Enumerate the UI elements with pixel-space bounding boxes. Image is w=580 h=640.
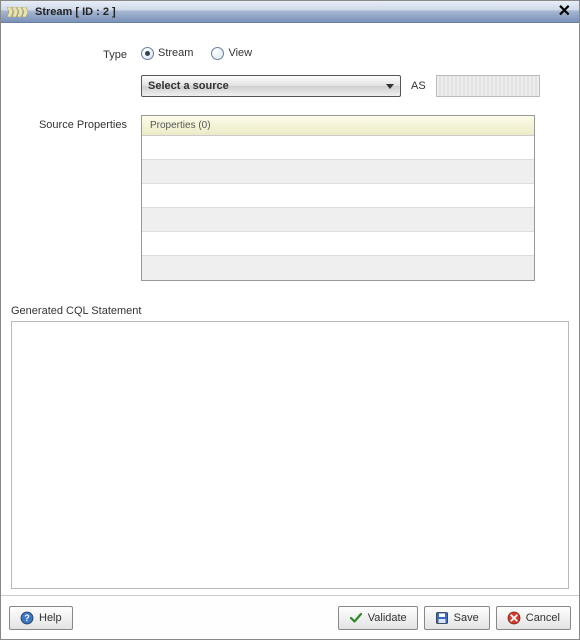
label-empty [11, 75, 141, 79]
source-dropdown[interactable]: Select a source [141, 75, 401, 97]
validate-button-label: Validate [368, 612, 407, 624]
label-as: AS [411, 80, 426, 92]
stream-icon [7, 5, 29, 19]
radio-icon [211, 47, 224, 60]
save-icon [435, 611, 449, 625]
dropdown-text: Select a source [148, 80, 229, 92]
help-button-label: Help [39, 612, 62, 624]
check-icon [349, 611, 363, 625]
cancel-icon [507, 611, 521, 625]
row-type: Type Stream View [11, 45, 569, 61]
help-button[interactable]: ? Help [9, 606, 73, 630]
properties-panel: Properties (0) [141, 115, 535, 281]
help-icon: ? [20, 611, 34, 625]
cancel-button-label: Cancel [526, 612, 560, 624]
property-row[interactable] [142, 184, 534, 208]
property-row[interactable] [142, 208, 534, 232]
title-bar: Stream [ ID : 2 ] ✕ [1, 1, 579, 23]
label-source-properties: Source Properties [11, 115, 141, 131]
cql-textarea[interactable] [11, 321, 569, 589]
window-title: Stream [ ID : 2 ] [35, 6, 116, 18]
footer-bar: ? Help Validate Save Cancel [1, 595, 579, 639]
radio-stream[interactable]: Stream [141, 47, 193, 60]
radio-icon [141, 47, 154, 60]
save-button-label: Save [454, 612, 479, 624]
validate-button[interactable]: Validate [338, 606, 418, 630]
property-row[interactable] [142, 256, 534, 280]
property-row[interactable] [142, 232, 534, 256]
chevron-down-icon [386, 84, 394, 89]
label-cql: Generated CQL Statement [11, 305, 569, 317]
property-row[interactable] [142, 136, 534, 160]
type-radio-group: Stream View [141, 47, 252, 60]
svg-text:?: ? [24, 613, 30, 623]
radio-view-label: View [228, 47, 252, 59]
radio-stream-label: Stream [158, 47, 193, 59]
radio-view[interactable]: View [211, 47, 252, 60]
label-type: Type [11, 45, 141, 61]
save-button[interactable]: Save [424, 606, 490, 630]
properties-body [142, 136, 534, 280]
cancel-button[interactable]: Cancel [496, 606, 571, 630]
close-icon[interactable]: ✕ [556, 5, 573, 19]
property-row[interactable] [142, 160, 534, 184]
alias-input[interactable] [436, 75, 540, 97]
row-source: Select a source AS [11, 75, 569, 97]
dialog-body: Type Stream View Select a sour [1, 23, 579, 595]
row-source-properties: Source Properties Properties (0) [11, 115, 569, 281]
dialog-window: Stream [ ID : 2 ] ✕ Type Stream View [0, 0, 580, 640]
properties-header: Properties (0) [142, 116, 534, 136]
